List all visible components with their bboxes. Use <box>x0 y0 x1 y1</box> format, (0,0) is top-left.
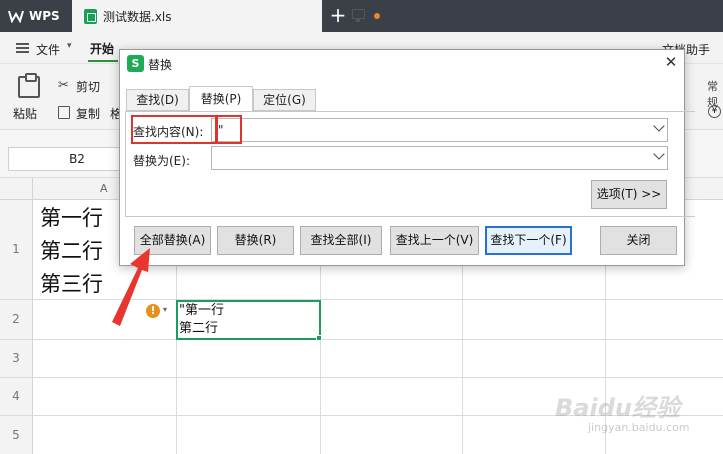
cell-a1[interactable]: 第一行 第二行 第三行 <box>40 202 103 301</box>
tab-replace[interactable]: 替换(P) <box>189 86 253 112</box>
replace-button[interactable]: 替换(R) <box>217 226 294 255</box>
fill-handle[interactable] <box>316 335 322 341</box>
row-header-2[interactable]: 2 <box>0 300 33 339</box>
hamburger-menu-icon[interactable] <box>16 43 29 53</box>
replace-label: 替换为(E): <box>133 154 190 168</box>
new-tab-button[interactable]: + <box>322 0 354 32</box>
paste-icon[interactable] <box>18 73 40 98</box>
row-header-3[interactable]: 3 <box>0 340 33 377</box>
warning-icon[interactable]: ! <box>146 304 160 318</box>
grid-line <box>0 299 723 300</box>
replace-all-button[interactable]: 全部替换(A) <box>134 226 211 255</box>
cell-b2: "第一行 第二行 <box>179 302 224 338</box>
annotation-highlight-box <box>216 115 242 144</box>
app-label: WPS <box>29 9 60 23</box>
cell-line: 第三行 <box>40 272 103 296</box>
cut-button[interactable]: 剪切 <box>76 78 100 95</box>
row-header-4[interactable]: 4 <box>0 378 33 415</box>
find-next-button[interactable]: 查找下一个(F) <box>485 226 572 255</box>
wps-home-tab[interactable]: WPS <box>0 0 72 32</box>
chevron-down-icon[interactable]: ▾ <box>163 305 167 314</box>
grid-line <box>0 339 723 340</box>
chevron-down-icon[interactable]: ▾ <box>67 41 72 51</box>
dialog-title: 替换 <box>148 58 173 72</box>
copy-button[interactable]: 复制 <box>76 105 100 122</box>
copy-icon[interactable] <box>58 106 70 119</box>
options-button[interactable]: 选项(T) >> <box>591 180 667 209</box>
baidu-watermark-url: jingyan.baidu.com <box>588 421 690 434</box>
spreadsheet-icon <box>84 8 97 24</box>
close-icon[interactable]: ✕ <box>661 52 681 72</box>
annotation-highlight-box <box>131 115 217 144</box>
row-header-1[interactable]: 1 <box>0 200 33 299</box>
close-button[interactable]: 关闭 <box>600 226 677 255</box>
tab-goto[interactable]: 定位(G) <box>253 89 316 111</box>
replace-dialog: S 替换 ✕ 查找(D) 替换(P) 定位(G) 查找内容(N): " 替换为(… <box>119 49 695 266</box>
grid-line <box>0 377 723 378</box>
currency-icon[interactable]: ¥ <box>708 105 721 118</box>
active-tab-underline <box>88 60 118 62</box>
chevron-down-icon[interactable] <box>653 120 665 132</box>
column-header-a[interactable]: A <box>100 182 108 195</box>
find-all-button[interactable]: 查找全部(I) <box>300 226 382 255</box>
paste-button[interactable]: 粘贴 <box>13 105 37 122</box>
select-all-corner[interactable] <box>0 178 33 200</box>
cell-line: 第二行 <box>40 239 103 263</box>
replace-input[interactable] <box>211 146 668 170</box>
wps-sheet-logo-icon: S <box>127 55 144 72</box>
menu-file[interactable]: 文件 <box>36 41 60 58</box>
document-tab[interactable]: 测试数据.xls <box>72 0 380 32</box>
document-title: 测试数据.xls <box>103 9 172 24</box>
cell-line: 第二行 <box>179 321 219 336</box>
unsaved-dot-icon <box>374 13 380 19</box>
row-header-5[interactable]: 5 <box>0 416 33 454</box>
cell-line: 第一行 <box>40 206 103 230</box>
chevron-down-icon[interactable] <box>653 148 665 160</box>
find-input[interactable]: " <box>211 118 668 142</box>
scissors-icon[interactable]: ✂ <box>58 78 69 93</box>
cell-line: "第一行 <box>179 303 224 318</box>
find-previous-button[interactable]: 查找上一个(V) <box>390 226 479 255</box>
menu-start[interactable]: 开始 <box>90 40 114 57</box>
tab-find[interactable]: 查找(D) <box>126 89 189 111</box>
baidu-watermark: Baidu经验 <box>555 394 680 422</box>
wps-logo-icon <box>8 10 24 23</box>
title-bar: WPS 测试数据.xls + <box>0 0 723 32</box>
